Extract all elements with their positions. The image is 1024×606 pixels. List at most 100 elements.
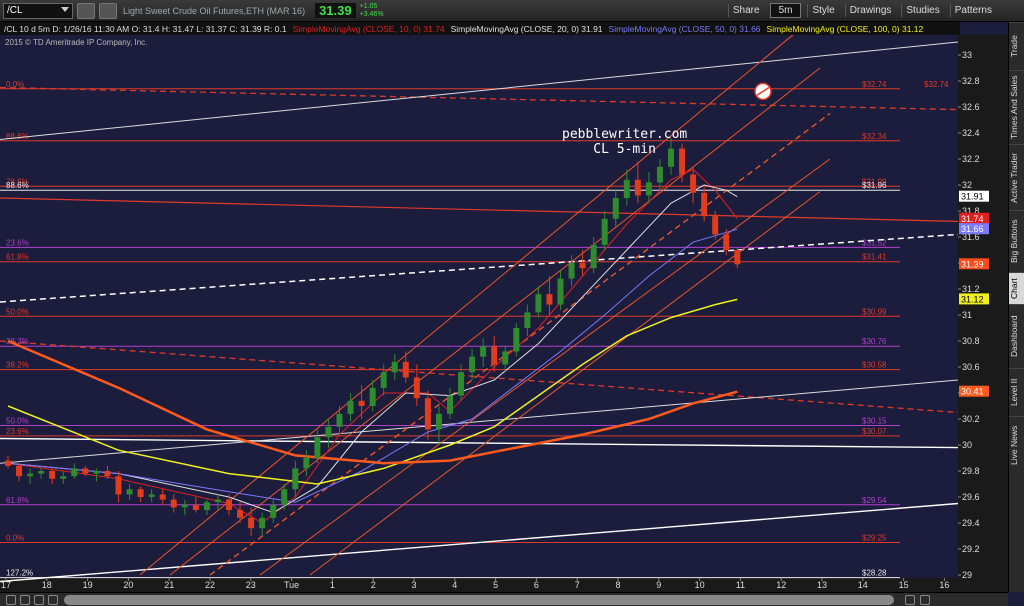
candle-body <box>502 351 509 365</box>
chevron-down-icon <box>61 6 69 12</box>
fib-level-pct: 61.8% <box>6 496 29 505</box>
drawings-button[interactable]: Drawings <box>844 4 896 17</box>
sma10-legend[interactable]: SimpleMovingAvg (CLOSE, 10, 0) 31.74 <box>293 24 445 34</box>
price-tick-label: 29.6 <box>962 492 980 502</box>
candle-body <box>734 250 741 265</box>
candle-body <box>170 499 177 508</box>
price-tick-label: 30.2 <box>962 414 980 424</box>
price-tick-label: 30.8 <box>962 336 980 346</box>
study-legend: /CL 10 d 5m D: 1/26/16 11:30 AM O: 31.4 … <box>0 22 960 35</box>
candle-body <box>402 361 409 378</box>
fib-level-pct: 38.2% <box>6 361 29 370</box>
pan-left-icon[interactable] <box>34 595 44 605</box>
time-tick-label: 16 <box>939 580 949 590</box>
tab-dashboard[interactable]: Dashboard <box>1009 304 1024 368</box>
watermark-text: pebblewriter.com CL 5-min <box>562 127 687 157</box>
candle-body <box>634 179 641 196</box>
time-tick-label: 4 <box>452 580 457 590</box>
symbol-label: /CL <box>7 5 23 16</box>
pan-right-icon[interactable] <box>48 595 58 605</box>
price-tick-label: 31 <box>962 310 972 320</box>
timeframe-selector[interactable]: 5m <box>769 3 802 18</box>
candle-body <box>203 502 210 510</box>
sma100-legend[interactable]: SimpleMovingAvg (CLOSE, 100, 0) 31.12 <box>767 24 924 34</box>
watermark-line2: CL 5-min <box>593 142 656 157</box>
candle-body <box>447 395 453 414</box>
fib-level-price: $29.54 <box>862 496 887 505</box>
candle-body <box>292 468 299 490</box>
candle-body <box>148 494 155 497</box>
tab-chart[interactable]: Chart <box>1009 272 1024 304</box>
patterns-button[interactable]: Patterns <box>949 4 996 17</box>
zoom-out-icon[interactable] <box>6 595 16 605</box>
candle-body <box>568 263 575 279</box>
price-tag: 31.91 <box>959 190 989 202</box>
symbol-selector[interactable]: /CL <box>3 2 73 19</box>
right-sidebar: Trade Times And Sales Active Trader Big … <box>1008 22 1024 592</box>
fib-level-pct: 50.0% <box>6 307 29 316</box>
settings-icon[interactable] <box>905 595 915 605</box>
fib-level-pct: 61.8% <box>6 253 29 262</box>
tab-trade[interactable]: Trade <box>1009 22 1024 70</box>
candle-body <box>690 174 697 193</box>
time-tick-label: 17 <box>1 580 11 590</box>
time-tick-label: 7 <box>575 580 580 590</box>
candle-body <box>314 437 321 458</box>
time-tick-label: 21 <box>164 580 174 590</box>
tab-level-ii[interactable]: Level II <box>1009 368 1024 416</box>
tab-live-news[interactable]: Live News <box>1009 416 1024 474</box>
price-tag-value: 31.91 <box>961 192 984 202</box>
link-button[interactable] <box>99 2 117 19</box>
price-tick-label: 29 <box>962 570 972 580</box>
price-tag-value: 31.39 <box>961 259 984 269</box>
zoom-in-icon[interactable] <box>20 595 30 605</box>
price-chart[interactable]: 0.0% $32.74 $32.7488.6% $32.3478.6% $31.9988… <box>0 35 1008 592</box>
candle-body <box>701 192 708 217</box>
fib-level-price: $30.58 <box>862 361 887 370</box>
instrument-description: Light Sweet Crude Oil Futures,ETH (MAR 1… <box>123 5 306 16</box>
price-tick-label: 33 <box>962 50 972 60</box>
price-tick-label: 32 <box>962 180 972 190</box>
candle-body <box>347 400 354 414</box>
candle-body <box>16 465 23 477</box>
price-tag-value: 30.41 <box>961 387 984 397</box>
time-tick-label: 3 <box>411 580 416 590</box>
copyright-notice: 2015 © TD Ameritrade IP Company, Inc. <box>5 38 148 47</box>
time-axis-background <box>0 578 958 592</box>
candle-body <box>336 413 343 427</box>
time-tick-label: Tue <box>284 580 299 590</box>
fib-level-price: $30.76 <box>862 337 887 346</box>
candle-body <box>259 517 266 529</box>
quote-button[interactable] <box>77 2 95 19</box>
expand-icon[interactable] <box>920 595 930 605</box>
candle-body <box>358 400 365 406</box>
candle-body <box>82 468 89 474</box>
price-tag-value: 31.12 <box>961 294 984 304</box>
candle-body <box>535 294 542 313</box>
candle-body <box>369 387 376 406</box>
tab-times-and-sales[interactable]: Times And Sales <box>1009 70 1024 144</box>
time-tick-label: 14 <box>858 580 868 590</box>
tab-big-buttons[interactable]: Big Buttons <box>1009 210 1024 272</box>
candle-body <box>380 372 387 388</box>
candle-body <box>281 489 288 505</box>
style-button[interactable]: Style <box>807 4 838 17</box>
sma50-legend[interactable]: SimpleMovingAvg (CLOSE, 50, 0) 31.66 <box>609 24 761 34</box>
price-tick-label: 32.6 <box>962 102 980 112</box>
time-tick-label: 11 <box>736 580 745 590</box>
chart-scrollbar <box>0 592 1008 606</box>
toolbar: /CL Light Sweet Crude Oil Futures,ETH (M… <box>0 0 1024 22</box>
tab-active-trader[interactable]: Active Trader <box>1009 144 1024 210</box>
time-tick-label: 13 <box>817 580 827 590</box>
price-tick-label: 32.2 <box>962 154 980 164</box>
candle-body <box>723 234 730 250</box>
sma20-legend[interactable]: SimpleMovingAvg (CLOSE, 20, 0) 31.91 <box>451 24 603 34</box>
candle-body <box>601 218 608 245</box>
price-tag-value: 31.74 <box>961 214 984 224</box>
share-button[interactable]: Share <box>727 4 764 17</box>
candle-body <box>458 372 465 396</box>
net-change: +1.05 <box>359 2 378 10</box>
scroll-thumb[interactable] <box>64 595 894 605</box>
fib-level-price: $30.99 <box>862 307 887 316</box>
studies-button[interactable]: Studies <box>901 4 943 17</box>
